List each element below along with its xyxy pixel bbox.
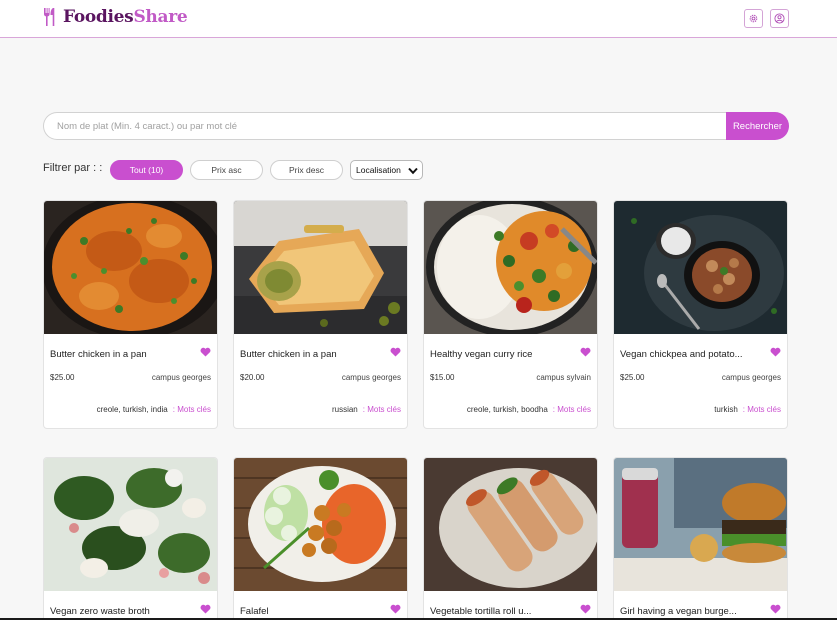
- recipe-tags-line: russian : Mots clés: [332, 405, 401, 414]
- recipe-image: [424, 201, 597, 334]
- recipe-card[interactable]: Vegetable tortilla roll u...: [423, 457, 598, 620]
- recipe-card[interactable]: Vegan chickpea and potato... $25.00 camp…: [613, 200, 788, 429]
- recipe-card[interactable]: Healthy vegan curry rice $15.00 campus s…: [423, 200, 598, 429]
- recipe-campus: campus georges: [721, 373, 781, 382]
- brand-name-part1: Foodies: [63, 7, 134, 27]
- heart-icon[interactable]: [770, 347, 781, 357]
- recipe-image: [424, 458, 597, 591]
- recipe-title: Vegan chickpea and potato...: [620, 349, 743, 360]
- recipe-price: $25.00: [50, 373, 75, 382]
- chevron-down-icon: [408, 167, 418, 175]
- recipe-image: [234, 458, 407, 591]
- filter-all-button[interactable]: Tout (10): [110, 160, 183, 180]
- recipe-tags: russian: [331, 405, 358, 414]
- heart-icon[interactable]: [580, 347, 591, 357]
- recipe-title: Butter chicken in a pan: [240, 349, 337, 360]
- recipe-tags: creole, turkish, india: [96, 405, 168, 414]
- recipe-tags-line: creole, turkish, india : Mots clés: [97, 405, 211, 414]
- recipe-image: [44, 458, 217, 591]
- recipe-title: Girl having a vegan burge...: [620, 606, 737, 617]
- heart-icon[interactable]: [200, 347, 211, 357]
- recipe-tags-line: turkish : Mots clés: [714, 405, 781, 414]
- top-navbar: FoodiesShare: [0, 0, 837, 38]
- recipe-price: $20.00: [240, 373, 265, 382]
- fork-knife-icon: [44, 8, 55, 26]
- recipe-campus: campus sylvain: [536, 373, 591, 382]
- location-select[interactable]: Localisation: [350, 160, 423, 180]
- recipe-campus: campus georges: [151, 373, 211, 382]
- heart-icon[interactable]: [390, 347, 401, 357]
- gear-icon: [749, 14, 758, 23]
- search-input[interactable]: [43, 112, 733, 140]
- filter-bar: Filtrer par : : Tout (10) Prix asc Prix …: [43, 160, 443, 180]
- recipe-card[interactable]: Butter chicken in a pan $20.00 campus ge…: [233, 200, 408, 429]
- location-select-value: Localisation: [356, 165, 401, 175]
- recipe-image: [614, 458, 787, 591]
- search-button[interactable]: Rechercher: [726, 112, 789, 140]
- recipe-card[interactable]: Falafel: [233, 457, 408, 620]
- keywords-link[interactable]: : Mots clés: [363, 405, 401, 414]
- recipe-price: $25.00: [620, 373, 645, 382]
- search-bar: Rechercher: [43, 112, 789, 140]
- keywords-link[interactable]: : Mots clés: [743, 405, 781, 414]
- filter-label: Filtrer par : :: [43, 162, 103, 174]
- recipe-title: Healthy vegan curry rice: [430, 349, 533, 360]
- filter-price-asc-button[interactable]: Prix asc: [190, 160, 263, 180]
- heart-icon[interactable]: [580, 604, 591, 614]
- keywords-link[interactable]: : Mots clés: [553, 405, 591, 414]
- recipe-title: Butter chicken in a pan: [50, 349, 147, 360]
- settings-button[interactable]: [744, 9, 763, 28]
- recipe-card[interactable]: Vegan zero waste broth: [43, 457, 218, 620]
- brand-logo[interactable]: FoodiesShare: [42, 7, 188, 27]
- recipe-tags: creole, turkish, boodha: [466, 405, 548, 414]
- recipe-image: [44, 201, 217, 334]
- profile-button[interactable]: [770, 9, 789, 28]
- heart-icon[interactable]: [200, 604, 211, 614]
- recipe-tags-line: creole, turkish, boodha : Mots clés: [467, 405, 591, 414]
- recipe-title: Falafel: [240, 606, 269, 617]
- keywords-link[interactable]: : Mots clés: [173, 405, 211, 414]
- recipe-card[interactable]: Butter chicken in a pan $25.00 campus ge…: [43, 200, 218, 429]
- recipe-title: Vegetable tortilla roll u...: [430, 606, 532, 617]
- filter-price-desc-button[interactable]: Prix desc: [270, 160, 343, 180]
- recipe-tags: turkish: [714, 405, 738, 414]
- recipe-image: [234, 201, 407, 334]
- recipe-campus: campus georges: [341, 373, 401, 382]
- user-circle-icon: [774, 13, 785, 24]
- brand-name-part2: Share: [133, 7, 188, 27]
- recipe-price: $15.00: [430, 373, 455, 382]
- recipe-card[interactable]: Girl having a vegan burge...: [613, 457, 788, 620]
- recipe-title: Vegan zero waste broth: [50, 606, 150, 617]
- heart-icon[interactable]: [390, 604, 401, 614]
- recipe-image: [614, 201, 787, 334]
- heart-icon[interactable]: [770, 604, 781, 614]
